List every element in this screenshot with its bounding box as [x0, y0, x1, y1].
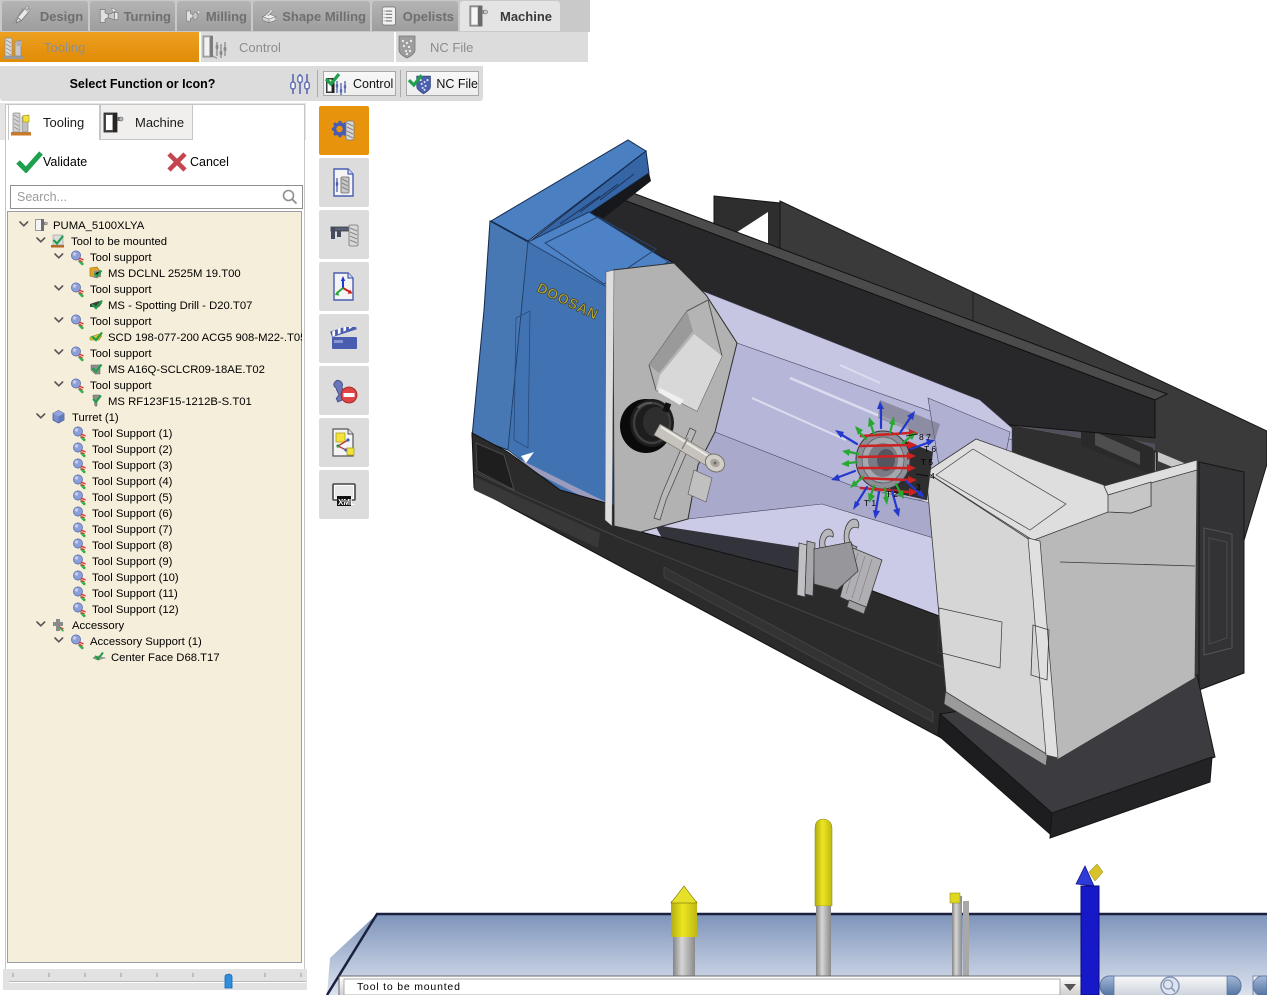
svg-text:Tool Support (2): Tool Support (2): [92, 444, 173, 456]
svg-text:MS RF123F15-1212B-S.T01: MS RF123F15-1212B-S.T01: [108, 396, 252, 408]
svg-text:Tool Support (8): Tool Support (8): [92, 540, 173, 552]
svg-text:Tool Support (3): Tool Support (3): [92, 460, 173, 472]
svg-text:Turret (1): Turret (1): [72, 412, 119, 424]
svg-text:Tool Support (1): Tool Support (1): [92, 428, 173, 440]
svg-text:T 5: T 5: [921, 457, 933, 467]
svg-text:Tool support: Tool support: [90, 316, 152, 328]
svg-text:4: 4: [930, 471, 935, 481]
svg-text:Tool support: Tool support: [90, 252, 152, 264]
svg-text:MS - Spotting Drill - D20.T07: MS - Spotting Drill - D20.T07: [108, 300, 252, 312]
svg-text:T 6: T 6: [924, 444, 936, 454]
svg-text:Tool to be mounted: Tool to be mounted: [357, 981, 461, 993]
svg-text:Tool support: Tool support: [90, 348, 152, 360]
svg-text:Tool support: Tool support: [90, 284, 152, 296]
svg-text:MS A16Q-SCLCR09-18AE.T02: MS A16Q-SCLCR09-18AE.T02: [108, 364, 265, 376]
svg-text:Tool Support (9): Tool Support (9): [92, 556, 173, 568]
svg-text:Tool Support (6): Tool Support (6): [92, 508, 173, 520]
svg-text:Tool Support (4): Tool Support (4): [92, 476, 173, 488]
svg-text:PUMA_5100XLYA: PUMA_5100XLYA: [53, 220, 145, 232]
svg-text:Tool Support (5): Tool Support (5): [92, 492, 173, 504]
svg-text:Center Face D68.T17: Center Face D68.T17: [111, 652, 220, 664]
svg-text:Tool Support (10): Tool Support (10): [92, 572, 179, 584]
svg-text:Tool Support (12): Tool Support (12): [92, 604, 179, 616]
svg-text:MS DCLNL 2525M 19.T00: MS DCLNL 2525M 19.T00: [108, 268, 241, 280]
svg-text:Accessory Support (1): Accessory Support (1): [90, 636, 202, 648]
svg-text:Tool to be mounted: Tool to be mounted: [71, 236, 167, 248]
svg-text:8 7: 8 7: [919, 432, 931, 442]
svg-text:SCD 198-077-200 ACG5 908-M22-.: SCD 198-077-200 ACG5 908-M22-.T05: [108, 332, 302, 344]
svg-text:Tool Support (7): Tool Support (7): [92, 524, 173, 536]
svg-text:T 2: T 2: [886, 489, 898, 499]
svg-text:3: 3: [916, 482, 921, 492]
svg-text:Tool support: Tool support: [90, 380, 152, 392]
svg-text:Tool Support (11): Tool Support (11): [92, 588, 178, 600]
svg-text:Accessory: Accessory: [72, 620, 124, 632]
svg-text:T 1: T 1: [864, 498, 876, 508]
